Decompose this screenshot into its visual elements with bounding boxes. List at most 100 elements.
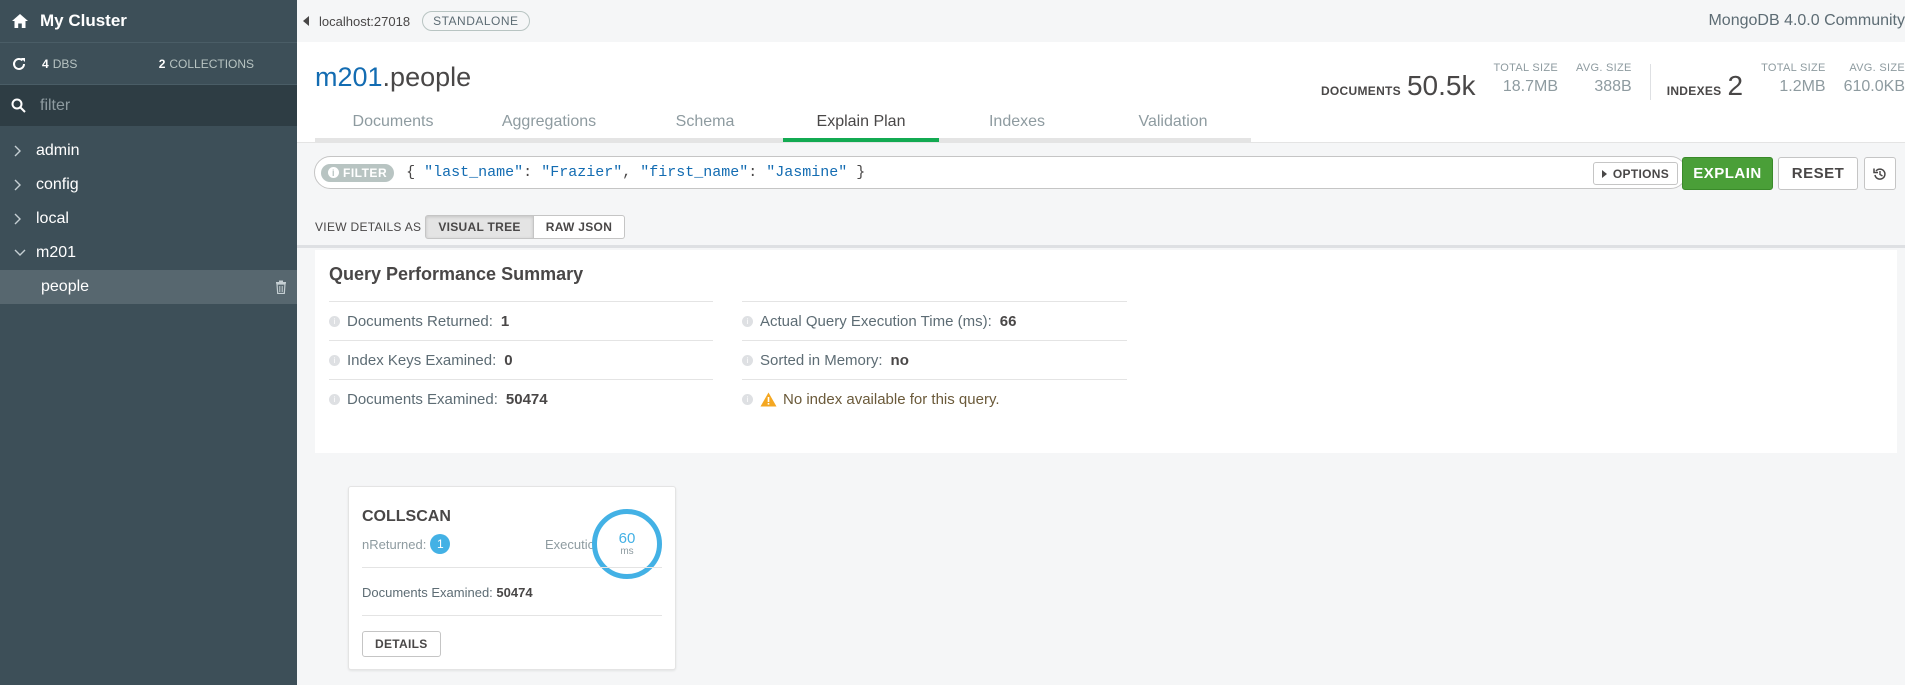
execution-time-unit: ms (620, 546, 634, 557)
filter-label-text: FILTER (343, 165, 388, 180)
docs-returned-label: Documents Returned: (347, 312, 493, 330)
server-version: MongoDB 4.0.0 Community (1708, 12, 1905, 29)
filter-label: i FILTER (321, 163, 395, 182)
query-performance-summary: Query Performance Summary i Documents Re… (315, 250, 1897, 453)
avg-size-value: 388B (1594, 78, 1632, 95)
chevron-right-icon (14, 145, 22, 157)
exec-time-value: 66 (999, 312, 1017, 330)
info-icon[interactable]: i (742, 315, 753, 327)
sidebar-collection-people[interactable]: people (0, 270, 297, 304)
chevron-down-icon (14, 249, 26, 257)
search-icon (11, 98, 26, 113)
visual-tree-button[interactable]: VISUAL TREE (425, 214, 534, 239)
filter-query-text[interactable]: { "last_name": "Frazier", "first_name": … (406, 164, 865, 181)
history-icon (1873, 167, 1887, 181)
details-button[interactable]: DETAILS (362, 631, 441, 657)
documents-count: 50.5k (1406, 70, 1476, 101)
keys-examined-value: 0 (504, 351, 513, 369)
info-icon[interactable]: i (329, 393, 340, 405)
namespace-title: m201.people (315, 62, 471, 93)
sorted-in-memory-value: no (890, 351, 909, 369)
trash-icon[interactable] (275, 280, 287, 294)
index-total-size-label: TOTAL SIZE (1761, 62, 1826, 74)
index-avg-size-value: 610.0KB (1843, 78, 1905, 95)
explain-button[interactable]: EXPLAIN (1682, 157, 1773, 190)
avg-size-label: AVG. SIZE (1576, 62, 1632, 74)
sorted-in-memory-row: i Sorted in Memory: no (742, 340, 1127, 379)
collection-tabs: Documents Aggregations Schema Explain Pl… (315, 106, 1251, 142)
stage-divider (362, 615, 662, 616)
info-icon[interactable]: i (742, 393, 753, 405)
tab-aggregations[interactable]: Aggregations (471, 106, 627, 142)
home-icon (12, 14, 28, 28)
total-size-label: TOTAL SIZE (1493, 62, 1559, 74)
sidebar-db-config[interactable]: config (0, 168, 297, 202)
exec-time-row: i Actual Query Execution Time (ms): 66 (742, 301, 1127, 340)
indexes-label: INDEXES (1666, 84, 1722, 98)
execution-time-value: 60 (618, 530, 636, 547)
filter-input[interactable]: i FILTER { "last_name": "Frazier", "firs… (314, 156, 1687, 189)
nreturned-badge: 1 (430, 534, 451, 554)
db-label: m201 (36, 244, 77, 261)
execution-time-clock: 60 ms (592, 509, 662, 579)
tab-indexes[interactable]: Indexes (939, 106, 1095, 142)
query-key: "last_name" (424, 164, 524, 181)
tab-schema[interactable]: Schema (627, 106, 783, 142)
info-icon: i (328, 167, 339, 178)
dbs-label: DBS (52, 56, 78, 71)
db-label: local (36, 210, 69, 227)
refresh-icon[interactable] (12, 57, 26, 71)
sidebar-header[interactable]: My Cluster (0, 0, 297, 42)
docs-examined-row: i Documents Examined: 50474 (329, 379, 713, 418)
stage-nreturned: nReturned: 1 (362, 534, 451, 554)
info-icon[interactable]: i (742, 354, 753, 366)
collection-stats: DOCUMENTS 50.5k TOTAL SIZE 18.7MB AVG. S… (1321, 62, 1905, 102)
sidebar-db-m201[interactable]: m201 (0, 236, 297, 270)
docs-examined-value: 50474 (505, 390, 548, 408)
docs-returned-value: 1 (500, 312, 510, 330)
indexes-count: 2 (1727, 70, 1744, 101)
options-button[interactable]: OPTIONS (1592, 162, 1678, 185)
namespace-db[interactable]: m201 (315, 62, 383, 92)
collections-label: COLLECTIONS (169, 56, 255, 71)
summary-right-column: i Actual Query Execution Time (ms): 66 i… (742, 301, 1127, 418)
namespace-collection: .people (382, 62, 472, 92)
sidebar-stats: 4 DBS 2 COLLECTIONS (0, 42, 297, 84)
index-warning-text: No index available for this query. (783, 390, 1000, 408)
stage-docs-examined-value: 50474 (496, 585, 533, 600)
db-label: config (36, 176, 79, 193)
query-bar: i FILTER { "last_name": "Frazier", "firs… (297, 142, 1905, 208)
sidebar-db-local[interactable]: local (0, 202, 297, 236)
dbs-count: 4 (42, 56, 49, 71)
stage-divider (362, 567, 662, 568)
docs-examined-label: Documents Examined: (347, 390, 498, 408)
query-history-button[interactable] (1864, 157, 1896, 190)
tab-explain-plan[interactable]: Explain Plan (783, 106, 939, 142)
stage-name: COLLSCAN (362, 508, 451, 525)
view-details-label: VIEW DETAILS AS (315, 219, 422, 234)
view-toggle: VISUAL TREE RAW JSON (425, 214, 626, 239)
info-icon[interactable]: i (329, 315, 340, 327)
index-total-size-value: 1.2MB (1779, 78, 1826, 95)
indexes-stats: INDEXES 2 TOTAL SIZE 1.2MB AVG. SIZE 610… (1667, 62, 1905, 102)
reset-button[interactable]: RESET (1778, 157, 1858, 190)
collection-label: people (41, 278, 90, 295)
sidebar-filter (0, 84, 297, 126)
options-label: OPTIONS (1612, 166, 1669, 181)
db-label: admin (36, 142, 80, 159)
documents-stats: DOCUMENTS 50.5k TOTAL SIZE 18.7MB AVG. S… (1321, 62, 1632, 102)
keys-examined-label: Index Keys Examined: (347, 351, 497, 369)
info-icon[interactable]: i (329, 354, 340, 366)
docs-returned-row: i Documents Returned: 1 (329, 301, 713, 340)
explain-stage-card: COLLSCAN nReturned: 1 Execution Time: 60… (348, 486, 676, 670)
sidebar-filter-input[interactable] (38, 95, 278, 116)
raw-json-button[interactable]: RAW JSON (533, 214, 626, 239)
tab-validation[interactable]: Validation (1095, 106, 1251, 142)
collapse-sidebar-icon[interactable] (303, 16, 309, 26)
sidebar-db-admin[interactable]: admin (0, 134, 297, 168)
query-value: "Frazier" (541, 164, 623, 181)
view-details-bar: VIEW DETAILS AS VISUAL TREE RAW JSON (297, 208, 1905, 248)
tab-documents[interactable]: Documents (315, 106, 471, 142)
collection-header: m201.people DOCUMENTS 50.5k TOTAL SIZE 1… (297, 42, 1905, 142)
summary-title: Query Performance Summary (329, 264, 584, 284)
